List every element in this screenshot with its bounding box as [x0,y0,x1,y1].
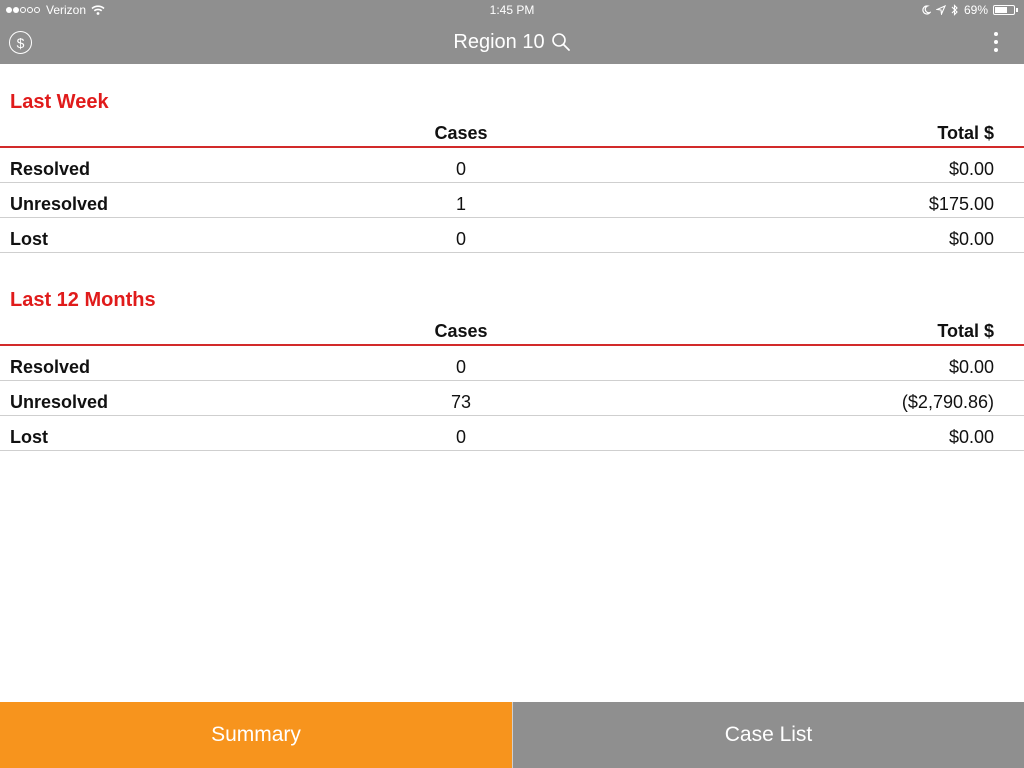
battery-tip [1016,8,1018,12]
bluetooth-icon [951,4,958,16]
section-title: Last Week [10,91,109,113]
location-arrow-icon [935,5,946,15]
row-total: $0.00 [948,427,994,447]
table-row: Unresolved 1 $175.00 [0,183,1024,218]
row-total: $0.00 [948,159,994,179]
row-label: Unresolved [10,392,109,412]
title-wrap: Region 10 [0,20,1024,64]
status-time: 1:45 PM [489,3,535,17]
battery-level [995,7,1007,13]
table-header: Cases Total $ [0,117,1024,148]
row-cases: 0 [455,229,466,249]
battery-percent: 69% [963,3,988,17]
header-cases: Cases [434,321,488,341]
dollar-circle-icon[interactable]: $ [9,31,32,54]
table-row: Lost 0 $0.00 [0,416,1024,451]
status-right: 69% [916,3,1018,17]
row-label: Lost [10,427,48,447]
row-label: Resolved [10,159,91,179]
table-row: Resolved 0 $0.00 [0,346,1024,381]
row-cases: 0 [455,159,466,179]
top-bar: Verizon 1:45 PM 69% $ Region 10 [0,0,1024,64]
moon-icon [922,5,931,15]
section-last-week: Last Week Cases Total $ Resolved 0 $0.00… [0,64,1024,253]
bottom-tab-bar: Summary Case List [0,702,1024,768]
section-last-12-months: Last 12 Months Cases Total $ Resolved 0 … [0,253,1024,451]
tab-case-list[interactable]: Case List [512,702,1024,768]
tab-label: Summary [211,723,301,746]
row-label: Lost [10,229,48,249]
more-vertical-icon[interactable] [992,32,1000,52]
dollar-glyph: $ [16,34,25,51]
search-icon[interactable] [551,32,571,52]
row-total: $175.00 [928,194,994,214]
row-cases: 0 [455,357,466,377]
row-label: Resolved [10,357,91,377]
row-cases: 1 [455,194,466,214]
page-title[interactable]: Region 10 [453,31,544,54]
tab-summary[interactable]: Summary [0,702,512,768]
table-row: Lost 0 $0.00 [0,218,1024,253]
row-cases: 0 [455,427,466,447]
navigation-bar: $ Region 10 [0,20,1024,64]
section-title: Last 12 Months [10,289,156,311]
table-row: Resolved 0 $0.00 [0,148,1024,183]
tab-label: Case List [724,723,813,746]
table-header: Cases Total $ [0,315,1024,346]
row-total: $0.00 [948,229,994,249]
row-cases: 73 [450,392,472,412]
table-row: Unresolved 73 ($2,790.86) [0,381,1024,416]
row-total: ($2,790.86) [901,392,994,412]
header-cases: Cases [434,123,488,143]
status-bar: Verizon 1:45 PM 69% [0,0,1024,20]
header-total: Total $ [937,321,994,341]
row-label: Unresolved [10,194,109,214]
battery-icon [993,5,1015,15]
summary-content: Last Week Cases Total $ Resolved 0 $0.00… [0,64,1024,451]
header-total: Total $ [937,123,994,143]
row-total: $0.00 [948,357,994,377]
